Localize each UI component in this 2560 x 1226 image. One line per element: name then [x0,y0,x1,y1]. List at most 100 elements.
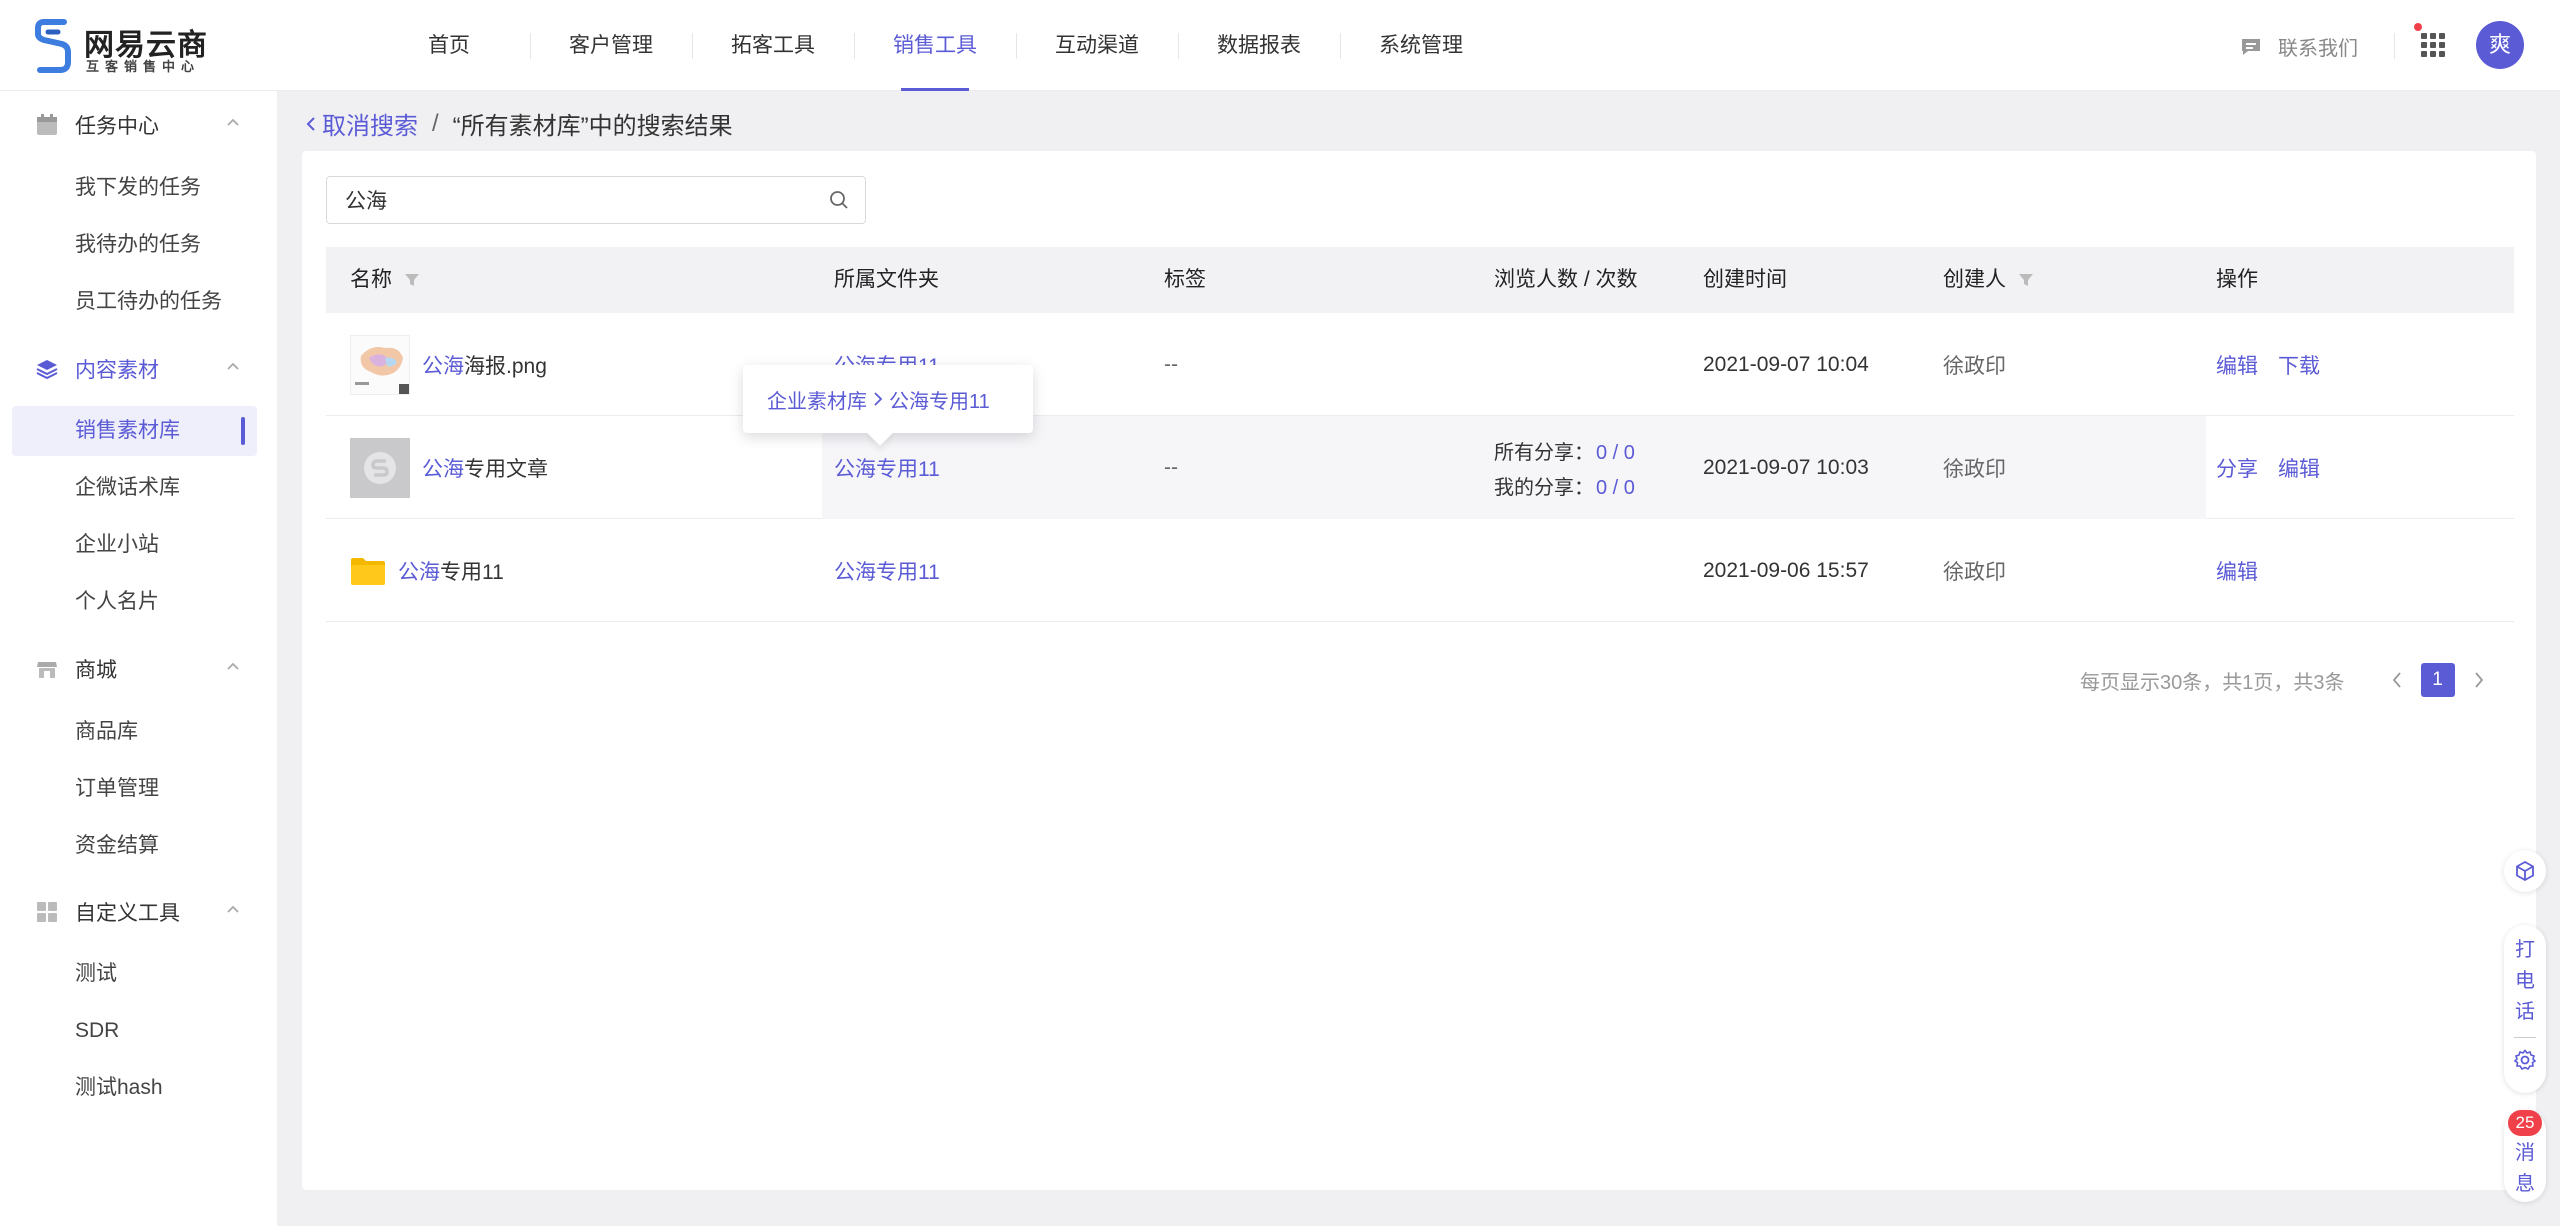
creator-name: 徐政印 [1943,560,2006,584]
name-cell: 公海专用11 [350,519,504,622]
brand-logo-icon [35,19,71,73]
sidebar-item-company-microsite[interactable]: 企业小站 [12,520,257,570]
sidebar-group-label: 内容素材 [75,358,159,382]
sidebar-item-product-library[interactable]: 商品库 [12,707,257,757]
search-icon[interactable] [829,190,849,210]
chevron-up-icon [227,362,239,370]
my-shares-value[interactable]: 0 / 0 [1596,477,1635,499]
edit-button[interactable]: 编辑 [2278,453,2320,483]
nav-sales-tools[interactable]: 销售工具 [854,0,1016,91]
sidebar-group-custom-tools[interactable]: 自定义工具 [0,883,277,940]
sidebar-item-order-management[interactable]: 订单管理 [12,764,257,814]
edit-button[interactable]: 编辑 [2216,556,2258,586]
sidebar-item-sales-material-library[interactable]: 销售素材库 [12,406,257,456]
tags-value: -- [1164,352,1178,376]
table-row[interactable]: 公海专用11 公海专用11 2021-09-06 15:57 徐政印 编辑 [326,519,2514,622]
folder-link[interactable]: 公海专用11 [834,453,940,483]
sidebar-group-content-materials[interactable]: 内容素材 [0,340,277,397]
sidebar-item-wecom-script-library[interactable]: 企微话术库 [12,463,257,513]
nav-prospecting-tools[interactable]: 拓客工具 [692,0,854,91]
download-button[interactable]: 下载 [2278,350,2320,380]
top-navbar: 网易云商 互客销售中心 首页 客户管理 拓客工具 销售工具 互动渠道 数据报表 … [0,0,2560,91]
sidebar-group-task-center[interactable]: 任务中心 [0,96,277,153]
nav-data-reports[interactable]: 数据报表 [1178,0,1340,91]
share-stats: 所有分享： 0 / 0 我的分享： 0 / 0 [1494,436,1635,500]
store-icon [37,662,57,678]
sidebar-item-test[interactable]: 测试 [12,949,257,999]
sidebar-item-test-hash[interactable]: 测试hash [12,1063,257,1113]
cancel-search-link[interactable]: 取消搜索 [306,106,418,141]
apps-grid-icon[interactable] [2420,32,2446,58]
filter-icon[interactable] [404,272,420,288]
file-name-rest: 海报.png [464,354,547,378]
nav-home[interactable]: 首页 [368,0,530,91]
article-thumbnail[interactable] [350,437,410,498]
creator-name: 徐政印 [1943,457,2006,481]
chat-icon [2242,38,2260,55]
cube-widget-button[interactable] [2504,850,2546,892]
chevron-up-icon [227,662,239,670]
sidebar-group-label: 自定义工具 [75,901,180,925]
file-name-rest: 专用文章 [464,457,548,481]
column-header-folder: 所属文件夹 [834,268,939,291]
sidebar-item-personal-card[interactable]: 个人名片 [12,577,257,627]
search-box [326,176,866,224]
cancel-search-label: 取消搜索 [322,113,418,140]
cube-icon [2516,860,2534,882]
messages-label: 消息 [2515,1142,2535,1195]
brand-logo[interactable]: 网易云商 互客销售中心 [34,18,224,74]
nav-customer-management[interactable]: 客户管理 [530,0,692,91]
folder-name-link[interactable]: 公海专用11 [398,556,504,586]
breadcrumb: 取消搜索 / “所有素材库”中的搜索结果 [306,106,733,141]
nav-interaction-channels[interactable]: 互动渠道 [1016,0,1178,91]
gear-icon[interactable] [2514,1049,2536,1071]
call-widget-button[interactable]: 打电话 [2504,925,2546,1093]
map-image-icon [351,335,409,394]
sidebar-group-mall[interactable]: 商城 [0,640,277,697]
contact-us-button[interactable]: 联系我们 [2240,32,2358,61]
folder-icon[interactable] [350,556,386,586]
notification-dot [2414,23,2422,31]
results-card: 名称 所属文件夹 标签 浏览人数 / 次数 创建时间 创建人 操作 [302,151,2536,1190]
column-header-creator: 创建人 [1943,247,2034,313]
file-name-link[interactable]: 公海专用文章 [422,453,548,483]
main-nav: 首页 客户管理 拓客工具 销售工具 互动渠道 数据报表 系统管理 [368,0,1502,91]
page-number[interactable]: 1 [2420,663,2455,697]
breadcrumb-separator: / [432,109,439,137]
message-count-badge: 25 [2508,1110,2542,1136]
sidebar-item-my-pending-tasks[interactable]: 我待办的任务 [12,220,257,270]
chevron-left-icon[interactable] [2391,671,2403,689]
chevron-right-icon [874,392,883,406]
chevron-right-icon[interactable] [2473,671,2485,689]
sidebar-group-label: 商城 [75,658,117,682]
tooltip-child-folder[interactable]: 公海专用11 [889,385,990,414]
messages-widget-button[interactable]: 25 消息 [2504,1110,2546,1202]
layers-icon [36,360,58,380]
nav-system-management[interactable]: 系统管理 [1340,0,1502,91]
user-avatar[interactable]: 爽 [2476,21,2524,69]
table-row[interactable]: 公海专用文章 公海专用11 -- 所有分享： 0 / 0 我的分享： 0 / 0 2… [326,416,2514,519]
sidebar-item-fund-settlement[interactable]: 资金结算 [12,821,257,871]
sidebar-group-label: 任务中心 [75,114,159,138]
file-name-link[interactable]: 公海海报.png [422,350,547,380]
share-button[interactable]: 分享 [2216,453,2258,483]
creator-name: 徐政印 [1943,354,2006,378]
calendar-icon [37,114,57,135]
sidebar-item-sdr[interactable]: SDR [12,1006,257,1056]
sidebar: 任务中心 我下发的任务 我待办的任务 员工待办的任务 内容素材 销售素材库 企微… [0,91,277,1226]
search-input[interactable] [345,187,805,213]
image-thumbnail[interactable] [350,334,410,395]
article-logo-icon [364,451,396,484]
search-hit-text: 公海 [422,457,464,481]
created-time: 2021-09-07 10:04 [1703,352,1869,376]
sidebar-item-my-issued-tasks[interactable]: 我下发的任务 [12,163,257,213]
column-header-name: 名称 [350,247,420,313]
sidebar-item-staff-pending-tasks[interactable]: 员工待办的任务 [12,277,257,327]
tooltip-parent-folder[interactable]: 企业素材库 [767,385,867,414]
filter-icon[interactable] [2018,272,2034,288]
all-shares-value[interactable]: 0 / 0 [1596,442,1635,464]
column-header-actions: 操作 [2216,268,2258,291]
edit-button[interactable]: 编辑 [2216,350,2258,380]
table-row[interactable]: 公海海报.png 公海专用11 -- 2021-09-07 10:04 徐政印 … [326,313,2514,416]
folder-link[interactable]: 公海专用11 [834,556,940,586]
